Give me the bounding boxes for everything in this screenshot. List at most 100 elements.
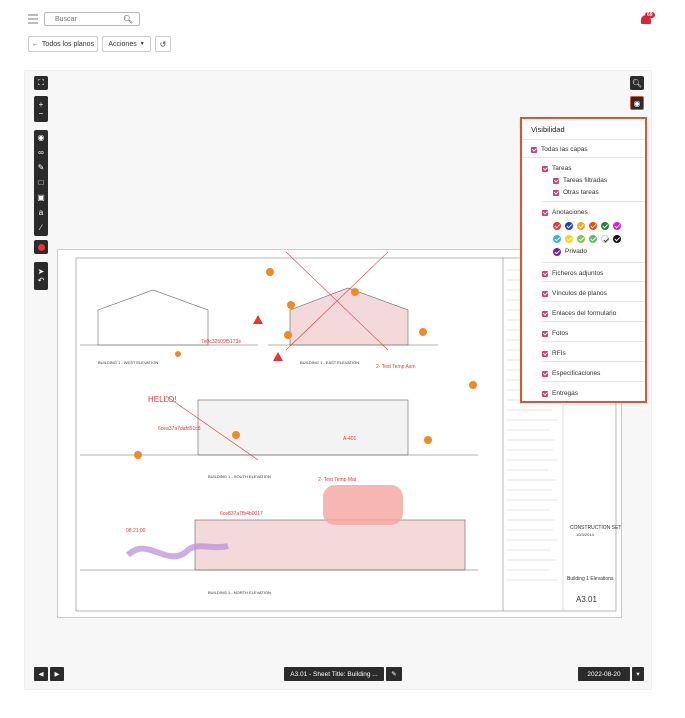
divider: [542, 281, 645, 282]
search-plan-icon[interactable]: 🔍︎: [630, 76, 644, 90]
shape-icon[interactable]: □: [34, 175, 48, 190]
layer-tasks[interactable]: Tareas: [542, 165, 572, 172]
prev-sheet-icon[interactable]: ◀: [34, 667, 48, 681]
markup-id-2[interactable]: 6cea37a7dafd91c8: [158, 426, 201, 432]
layer-private[interactable]: Privado: [565, 248, 587, 255]
fullscreen-icon[interactable]: ⛶: [34, 76, 48, 90]
annotation-color-checkbox[interactable]: [553, 222, 561, 230]
next-sheet-icon[interactable]: ▶: [50, 667, 64, 681]
annotation-color-checkbox[interactable]: [601, 235, 609, 243]
title-block-set: CONSTRUCTION SET: [570, 525, 621, 531]
layer-all[interactable]: Todas las capas: [531, 146, 588, 153]
all-plans-button[interactable]: ← Todos los planos: [28, 36, 98, 52]
divider: [542, 341, 645, 342]
ruler-icon[interactable]: ∕: [34, 220, 48, 235]
private-color-checkbox[interactable]: [553, 248, 561, 256]
record-color-icon[interactable]: [34, 240, 48, 254]
layer-filtered-tasks[interactable]: Tareas filtradas: [553, 177, 607, 184]
notification-badge: 69: [645, 12, 655, 18]
text-icon[interactable]: a: [34, 205, 48, 220]
layer-specs[interactable]: Especificaciones: [542, 370, 600, 377]
top-bar: 🔍︎ 69: [0, 0, 685, 36]
markup-temp-1[interactable]: 2- Test Temp Asm: [376, 364, 416, 370]
divider: [542, 321, 645, 322]
zoom-control: + −: [34, 96, 48, 122]
markup-temp-2[interactable]: 2- Test Temp Mat: [318, 477, 357, 483]
layer-photos[interactable]: Fotos: [542, 330, 568, 337]
layer-form-links[interactable]: Enlaces del formulario: [542, 310, 616, 317]
divider: [542, 381, 645, 382]
checkbox-rfis[interactable]: [542, 350, 548, 357]
pen-icon[interactable]: ✎: [34, 160, 48, 175]
annotation-color-checkbox[interactable]: [589, 222, 597, 230]
search-icon[interactable]: 🔍︎: [123, 15, 133, 24]
checkbox-tasks[interactable]: [542, 165, 548, 172]
layer-rfis[interactable]: RFIs: [542, 350, 566, 357]
history-button[interactable]: ↺: [155, 36, 171, 52]
revision-date[interactable]: 2022-08-20: [578, 667, 630, 681]
elevation-title-east: BUILDING 1 - EAST ELEVATION: [300, 360, 359, 365]
annotation-color-checkbox[interactable]: [553, 235, 561, 243]
elevation-title-north: BUILDING 1 - NORTH ELEVATION: [208, 590, 271, 595]
sheet-selector[interactable]: A3.01 - Sheet Title: Building ...: [284, 667, 384, 681]
zoom-in-icon[interactable]: +: [39, 100, 44, 109]
markup-id-1[interactable]: 7e0c32509f5173e: [201, 339, 241, 345]
plan-toolbar: ← Todos los planos Acciones ▼ ↺: [0, 36, 685, 56]
checkbox-plan-links[interactable]: [542, 290, 548, 297]
revision-dropdown-icon[interactable]: ▾: [632, 667, 644, 681]
annotation-color-checkbox[interactable]: [577, 235, 585, 243]
annotation-color-checkbox[interactable]: [577, 222, 585, 230]
checkbox-other-tasks[interactable]: [553, 189, 559, 196]
history-icon: ↺: [159, 39, 167, 49]
select-tools: ➤ ↶: [34, 262, 48, 290]
checkbox-form-links[interactable]: [542, 310, 548, 317]
divider: [522, 139, 645, 140]
markup-time[interactable]: 08:21:00: [126, 528, 146, 534]
visibility-panel: Visibilidad Todas las capas Tareas Tarea…: [520, 117, 647, 403]
zoom-out-icon[interactable]: −: [39, 109, 44, 118]
markup-tools: ◉ ∞ ✎ □ ▣ a ∕: [34, 130, 48, 236]
menu-icon[interactable]: [28, 14, 38, 24]
checkbox-deliveries[interactable]: [542, 390, 548, 397]
layer-other-tasks[interactable]: Otras tareas: [553, 189, 599, 196]
layer-deliveries[interactable]: Entregas: [542, 390, 578, 397]
checkbox-attachments[interactable]: [542, 270, 548, 277]
annotation-color-checkbox[interactable]: [613, 235, 621, 243]
search-box[interactable]: 🔍︎: [44, 12, 140, 26]
layer-annotations[interactable]: Anotaciones: [542, 209, 588, 216]
link-icon[interactable]: ∞: [34, 145, 48, 160]
pointer-icon[interactable]: ➤: [38, 267, 45, 276]
layer-attachments[interactable]: Ficheros adjuntos: [542, 270, 603, 277]
markup-id-3[interactable]: 6ce837a7fb4b0017: [220, 511, 263, 517]
checkbox-specs[interactable]: [542, 370, 548, 377]
title-block-name: Building 1 Elevations: [567, 576, 614, 582]
annotation-color-checkbox[interactable]: [565, 235, 573, 243]
checkbox-annotations[interactable]: [542, 209, 548, 216]
annotation-color-checkbox[interactable]: [589, 235, 597, 243]
stamp-icon[interactable]: ▣: [34, 190, 48, 205]
arrow-left-icon: ←: [31, 40, 39, 48]
annotation-color-checkbox[interactable]: [601, 222, 609, 230]
notifications-button[interactable]: 69: [641, 12, 655, 25]
title-block-date: 10/3/2014: [576, 532, 595, 537]
markup-hello[interactable]: HELLO!: [148, 395, 176, 404]
caret-down-icon: ▼: [139, 41, 145, 47]
annotation-color-checkbox[interactable]: [565, 222, 573, 230]
layer-plan-links[interactable]: Vínculos de planos: [542, 290, 607, 297]
divider: [542, 262, 645, 263]
undo-icon[interactable]: ↶: [38, 276, 45, 285]
divider: [522, 157, 645, 158]
divider: [542, 361, 645, 362]
checkbox-photos[interactable]: [542, 330, 548, 337]
markup-a401[interactable]: A-401: [343, 436, 357, 442]
checkbox-all-layers[interactable]: [531, 146, 537, 153]
checkbox-filtered-tasks[interactable]: [553, 177, 559, 184]
annotation-color-checkbox[interactable]: [613, 222, 621, 230]
divider: [542, 201, 645, 202]
visibility-title: Visibilidad: [531, 125, 565, 134]
location-pin-icon[interactable]: ◉: [34, 130, 48, 145]
edit-sheet-icon[interactable]: ✎: [386, 667, 402, 681]
visibility-toggle-icon[interactable]: ◉: [630, 96, 644, 110]
search-input[interactable]: [55, 13, 125, 25]
actions-button[interactable]: Acciones ▼: [102, 36, 151, 52]
